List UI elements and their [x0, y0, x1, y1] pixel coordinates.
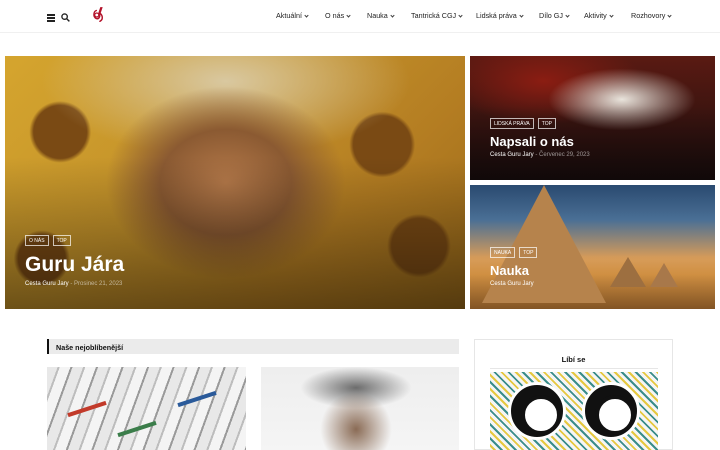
nav-item-dilo-gj[interactable]: Dílo GJ — [539, 11, 570, 20]
nav-item-lidska-prava[interactable]: Lidská práva — [476, 11, 524, 20]
tag-top[interactable]: TOP — [52, 235, 71, 246]
section-heading: Naše nejoblíbenější — [47, 339, 459, 354]
yin-yang-icon — [582, 382, 640, 440]
post-author[interactable]: Cesta Guru Jary — [490, 152, 534, 158]
hero-top-title[interactable]: Napsali o nás — [490, 134, 574, 149]
nav-item-rozhovory[interactable]: Rozhovory — [631, 11, 672, 20]
tag-nauka[interactable]: Nauka — [490, 247, 516, 258]
post-date: Červenec 29, 2023 — [539, 152, 590, 158]
likes-widget: Líbí se — [474, 339, 673, 450]
chevron-down-icon — [565, 12, 570, 18]
image-detail — [117, 420, 157, 438]
hero-bottom-title[interactable]: Nauka — [490, 263, 529, 278]
post-card-portrait[interactable] — [261, 367, 459, 450]
divider — [490, 368, 658, 369]
post-date: Prosinec 21, 2023 — [74, 281, 123, 287]
post-author[interactable]: Cesta Guru Jary — [25, 281, 69, 287]
post-author[interactable]: Cesta Guru Jary — [490, 281, 534, 287]
image-detail — [177, 390, 217, 408]
nav-item-nauka[interactable]: Nauka — [367, 11, 395, 20]
yin-yang-icon — [508, 382, 566, 440]
tag-list: Nauka TOP — [490, 247, 538, 258]
site-header: Aktuální O nás Nauka Tantrická CGJ Lidsk… — [0, 0, 720, 33]
nav-label: Rozhovory — [631, 11, 666, 20]
tag-list: O nás TOP — [25, 235, 71, 246]
chevron-down-icon — [458, 12, 463, 18]
nav-item-aktivity[interactable]: Aktivity — [584, 11, 614, 20]
nav-item-o-nas[interactable]: O nás — [325, 11, 351, 20]
chevron-down-icon — [519, 12, 524, 18]
hero-bottom-post[interactable]: Nauka TOP Nauka Cesta Guru Jary — [470, 185, 715, 309]
chevron-down-icon — [667, 12, 672, 18]
nav-label: Nauka — [367, 11, 388, 20]
nav-label: Lidská práva — [476, 11, 517, 20]
hero-main-title[interactable]: Guru Jára — [25, 253, 124, 277]
chevron-down-icon — [609, 12, 614, 18]
tag-list: Lidská práva TOP — [490, 118, 556, 129]
tag-lidska-prava[interactable]: Lidská práva — [490, 118, 534, 129]
nav-label: Aktivity — [584, 11, 607, 20]
nav-label: Aktuální — [276, 11, 302, 20]
section-title: Naše nejoblíbenější — [56, 343, 124, 352]
tag-top[interactable]: TOP — [519, 247, 538, 258]
main-nav: Aktuální O nás Nauka Tantrická CGJ Lidsk… — [0, 11, 720, 23]
tag-o-nas[interactable]: O nás — [25, 235, 49, 246]
hero-top-post[interactable]: Lidská práva TOP Napsali o nás Cesta Gur… — [470, 56, 715, 180]
nav-label: Dílo GJ — [539, 11, 563, 20]
nav-item-aktualni[interactable]: Aktuální — [276, 11, 309, 20]
nav-item-tantricka-cgj[interactable]: Tantrická CGJ — [411, 11, 463, 20]
pyramid-shape — [610, 257, 646, 287]
chevron-down-icon — [304, 12, 309, 18]
post-meta: Cesta Guru Jary - Červenec 29, 2023 — [490, 152, 590, 158]
nav-label: Tantrická CGJ — [411, 11, 457, 20]
widget-image[interactable] — [490, 372, 658, 450]
tag-top[interactable]: TOP — [537, 118, 556, 129]
hero-main-post[interactable]: O nás TOP Guru Jára Cesta Guru Jary - Pr… — [5, 56, 465, 309]
post-card-newspapers[interactable] — [47, 367, 246, 450]
pyramid-shape — [650, 263, 678, 287]
image-detail — [67, 400, 107, 418]
post-meta: Cesta Guru Jary — [490, 281, 534, 287]
nav-label: O nás — [325, 11, 345, 20]
chevron-down-icon — [346, 12, 351, 18]
widget-title: Líbí se — [561, 355, 586, 364]
chevron-down-icon — [390, 12, 395, 18]
post-meta: Cesta Guru Jary - Prosinec 21, 2023 — [25, 281, 123, 287]
